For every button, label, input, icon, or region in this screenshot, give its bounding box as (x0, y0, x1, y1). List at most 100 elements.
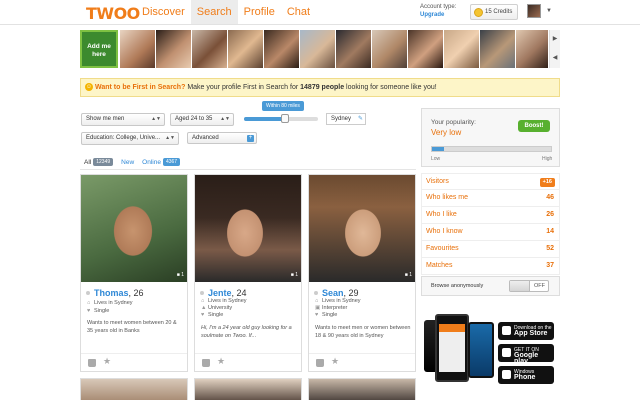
toggle-knob[interactable] (510, 281, 530, 291)
advanced-filters-button[interactable]: Advanced + (187, 132, 257, 144)
strip-photo[interactable] (516, 30, 548, 68)
tab-new[interactable]: New (121, 159, 134, 166)
tab-all-label: All (84, 158, 92, 166)
chevron-right-icon[interactable]: ▶ (550, 30, 560, 49)
age-select[interactable]: Aged 24 to 35 ▲▼ (170, 113, 234, 126)
like-icon[interactable] (202, 359, 210, 367)
distance-slider-handle[interactable] (280, 114, 289, 123)
profile-card[interactable] (80, 378, 188, 400)
profile-name[interactable]: Sean, 29 (314, 288, 359, 298)
like-icon[interactable] (88, 359, 96, 367)
stat-label: Visitors (426, 178, 449, 185)
education-select-value: Education: College, Unive... (86, 135, 161, 141)
strip-photo[interactable] (480, 30, 515, 68)
like-icon[interactable] (316, 359, 324, 367)
gender-select-value: Show me men (86, 116, 125, 122)
divider (80, 169, 416, 170)
first-in-search-banner[interactable]: ☺ Want to be First in Search? Make your … (80, 78, 560, 97)
google-play-button[interactable]: GET IT ON Google play (498, 344, 554, 365)
strip-photo[interactable] (336, 30, 371, 68)
profile-relationship-text: Single (208, 312, 224, 318)
chevron-left-icon[interactable]: ◀ (550, 49, 560, 68)
stat-label: Who likes me (426, 194, 469, 201)
strip-photo[interactable] (228, 30, 263, 68)
strip-photo[interactable] (408, 30, 443, 68)
credits-button[interactable]: 15 Credits (470, 4, 518, 20)
stat-matches[interactable]: Matches 37 (421, 258, 560, 275)
star-icon[interactable]: ★ (217, 356, 225, 367)
chevron-down-icon: ▲▼ (165, 135, 175, 141)
twoo-logo[interactable]: TWOO (86, 4, 140, 23)
photo-count-value: 1 (409, 272, 412, 278)
browse-anonymously-label: Browse anonymously (431, 283, 484, 289)
stat-label: Favourites (426, 245, 459, 252)
popularity-label: Your popularity: (431, 119, 476, 126)
stat-who-i-like[interactable]: Who I like 26 (421, 207, 560, 224)
profile-photo[interactable] (195, 175, 301, 282)
stat-value: 14 (546, 228, 554, 235)
profile-name-text[interactable]: Thomas (94, 288, 129, 298)
briefcase-icon: ▣ (315, 305, 321, 311)
profile-photo[interactable] (309, 175, 415, 282)
card-actions: ★ (81, 353, 187, 372)
strip-photo[interactable] (156, 30, 191, 68)
star-icon[interactable]: ★ (331, 356, 339, 367)
profile-name[interactable]: Thomas, 26 (86, 288, 144, 298)
profile-age: , 29 (343, 288, 359, 298)
popularity-low-label: Low (431, 156, 441, 162)
tab-online[interactable]: Online 4367 (142, 158, 181, 166)
profile-name-text[interactable]: Sean (322, 288, 344, 298)
nav-chat[interactable]: Chat (281, 0, 316, 24)
profile-name[interactable]: Jente, 24 (200, 288, 247, 298)
pencil-icon[interactable]: ✎ (358, 114, 363, 124)
strip-photo[interactable] (372, 30, 407, 68)
profile-card[interactable]: ■ 1 Thomas, 26 ⌂ Lives in Sydney ♥ Single … (80, 174, 188, 372)
chevron-down-icon[interactable]: ▼ (546, 8, 552, 14)
profile-card[interactable] (308, 378, 416, 400)
gender-select[interactable]: Show me men ▲▼ (81, 113, 165, 126)
strip-photo[interactable] (192, 30, 227, 68)
stat-who-likes-me[interactable]: Who likes me 46 (421, 190, 560, 207)
stat-who-i-know[interactable]: Who I know 14 (421, 224, 560, 241)
profile-card[interactable] (194, 378, 302, 400)
tab-new-label: New (121, 158, 135, 166)
strip-photo[interactable] (300, 30, 335, 68)
profile-photo[interactable] (81, 175, 187, 282)
strip-photo[interactable] (264, 30, 299, 68)
nav-profile[interactable]: Profile (238, 0, 281, 24)
strip-scroll-arrows[interactable]: ▶ ◀ (549, 30, 560, 68)
heart-icon: ♥ (87, 308, 91, 314)
distance-slider[interactable] (244, 114, 318, 123)
upgrade-link[interactable]: Upgrade (420, 11, 456, 19)
strip-photo[interactable] (444, 30, 479, 68)
avatar[interactable] (527, 4, 541, 18)
star-icon[interactable]: ★ (103, 356, 111, 367)
profile-description: Wants to meet women between 20 & 35 year… (87, 320, 177, 334)
app-store-button[interactable]: Download on the App Store (498, 322, 554, 340)
strip-photo[interactable] (120, 30, 155, 68)
tab-all[interactable]: All 12349 (84, 158, 114, 166)
stat-favourites[interactable]: Favourites 52 (421, 241, 560, 258)
profile-name-text[interactable]: Jente (208, 288, 232, 298)
nav-search[interactable]: Search (190, 0, 238, 24)
stat-visitors[interactable]: Visitors +16 (421, 173, 560, 190)
profile-card[interactable]: ■ 1 Sean, 29 ⌂ Lives in Sydney ▣ Interpret… (308, 174, 416, 372)
windows-phone-button[interactable]: Windows Phone (498, 366, 554, 384)
online-status-icon (314, 291, 318, 295)
profile-description: Wants to meet men or women between 18 & … (315, 325, 411, 339)
education-select[interactable]: Education: College, Unive... ▲▼ (81, 132, 179, 145)
main-nav: Discover Search Profile Chat (136, 0, 316, 24)
account-type: Account type: Upgrade (420, 3, 456, 19)
boost-button[interactable]: Boost! (518, 120, 550, 132)
heart-icon: ♥ (315, 312, 319, 318)
profile-occupation: ▣ Interpreter (315, 305, 347, 311)
profile-card[interactable]: ■ 1 Jente, 24 ⌂ Lives in Sydney ▲ Universi… (194, 174, 302, 372)
banner-text-before: Make your profile First in Search for (185, 84, 301, 91)
banner-highlight[interactable]: Want to be First in Search? (95, 84, 185, 91)
city-input[interactable]: Sydney ✎ (326, 113, 366, 125)
browse-anonymously-toggle[interactable]: OFF (509, 280, 549, 292)
nav-discover[interactable]: Discover (136, 0, 191, 24)
add-me-here-button[interactable]: Add me here (80, 30, 118, 68)
photo-count: ■ 1 (176, 272, 184, 278)
stat-value: 46 (546, 194, 554, 201)
